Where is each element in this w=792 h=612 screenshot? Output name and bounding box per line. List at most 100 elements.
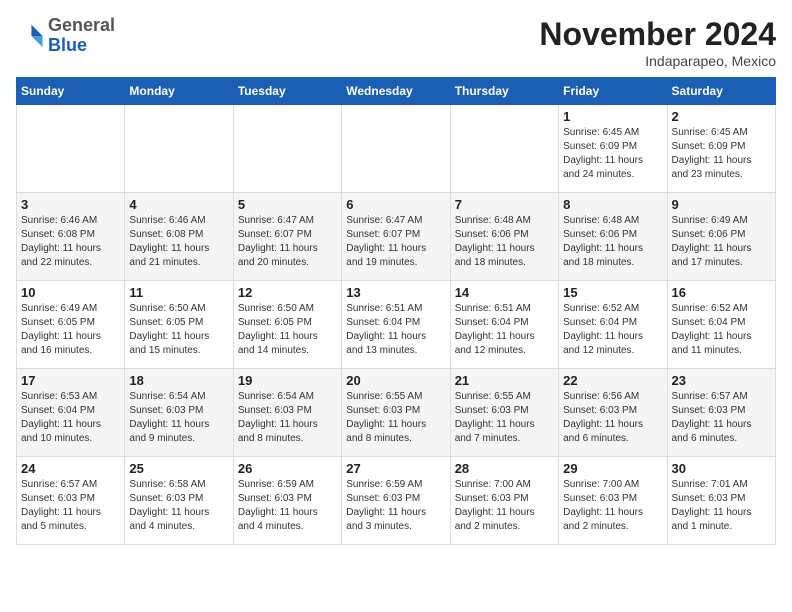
day-number: 26 [238,461,337,476]
calendar-cell: 5 Sunrise: 6:47 AM Sunset: 6:07 PM Daylig… [233,193,341,281]
location: Indaparapeo, Mexico [539,53,776,69]
day-info: Sunrise: 6:48 AM Sunset: 6:06 PM Dayligh… [563,214,662,270]
calendar-cell: 1Sunrise: 6:45 AM Sunset: 6:09 PM Daylig… [559,105,667,193]
day-info: Sunrise: 6:50 AM Sunset: 6:05 PM Dayligh… [238,302,337,358]
day-info: Sunrise: 6:57 AM Sunset: 6:03 PM Dayligh… [672,390,771,446]
calendar-cell: 8 Sunrise: 6:48 AM Sunset: 6:06 PM Daylig… [559,193,667,281]
day-info: Sunrise: 6:57 AM Sunset: 6:03 PM Dayligh… [21,478,120,534]
calendar-week-5: 24 Sunrise: 6:57 AM Sunset: 6:03 PM Dayli… [17,457,776,545]
day-number: 21 [455,373,554,388]
day-number: 4 [129,197,228,212]
calendar-cell: 13Sunrise: 6:51 AM Sunset: 6:04 PM Dayli… [342,281,450,369]
calendar-cell [342,105,450,193]
day-info: Sunrise: 6:47 AM Sunset: 6:07 PM Dayligh… [346,214,445,270]
day-info: Sunrise: 6:54 AM Sunset: 6:03 PM Dayligh… [129,390,228,446]
calendar-cell: 12Sunrise: 6:50 AM Sunset: 6:05 PM Dayli… [233,281,341,369]
calendar-body: 1Sunrise: 6:45 AM Sunset: 6:09 PM Daylig… [17,105,776,545]
day-info: Sunrise: 6:58 AM Sunset: 6:03 PM Dayligh… [129,478,228,534]
calendar-week-3: 10 Sunrise: 6:49 AM Sunset: 6:05 PM Dayli… [17,281,776,369]
day-info: Sunrise: 6:49 AM Sunset: 6:06 PM Dayligh… [672,214,771,270]
calendar-cell: 15Sunrise: 6:52 AM Sunset: 6:04 PM Dayli… [559,281,667,369]
day-number: 24 [21,461,120,476]
logo-general: General [48,15,115,35]
day-info: Sunrise: 6:55 AM Sunset: 6:03 PM Dayligh… [455,390,554,446]
calendar-week-2: 3 Sunrise: 6:46 AM Sunset: 6:08 PM Daylig… [17,193,776,281]
day-number: 8 [563,197,662,212]
day-number: 29 [563,461,662,476]
day-info: Sunrise: 6:52 AM Sunset: 6:04 PM Dayligh… [672,302,771,358]
day-info: Sunrise: 6:54 AM Sunset: 6:03 PM Dayligh… [238,390,337,446]
day-number: 13 [346,285,445,300]
logo: General Blue [16,16,115,56]
calendar-cell [450,105,558,193]
calendar-cell: 17 Sunrise: 6:53 AM Sunset: 6:04 PM Dayli… [17,369,125,457]
calendar-cell: 19 Sunrise: 6:54 AM Sunset: 6:03 PM Dayli… [233,369,341,457]
calendar-cell: 29Sunrise: 7:00 AM Sunset: 6:03 PM Dayli… [559,457,667,545]
day-number: 14 [455,285,554,300]
calendar-cell: 6 Sunrise: 6:47 AM Sunset: 6:07 PM Daylig… [342,193,450,281]
calendar-cell: 21 Sunrise: 6:55 AM Sunset: 6:03 PM Dayli… [450,369,558,457]
day-number: 28 [455,461,554,476]
calendar-cell: 9 Sunrise: 6:49 AM Sunset: 6:06 PM Daylig… [667,193,775,281]
calendar-cell: 4Sunrise: 6:46 AM Sunset: 6:08 PM Daylig… [125,193,233,281]
day-number: 5 [238,197,337,212]
day-number: 25 [129,461,228,476]
day-info: Sunrise: 6:48 AM Sunset: 6:06 PM Dayligh… [455,214,554,270]
weekday-header-row: SundayMondayTuesdayWednesdayThursdayFrid… [17,78,776,105]
day-number: 3 [21,197,120,212]
calendar-cell: 30Sunrise: 7:01 AM Sunset: 6:03 PM Dayli… [667,457,775,545]
day-info: Sunrise: 6:46 AM Sunset: 6:08 PM Dayligh… [21,214,120,270]
day-number: 22 [563,373,662,388]
calendar-cell: 16Sunrise: 6:52 AM Sunset: 6:04 PM Dayli… [667,281,775,369]
calendar-cell: 18 Sunrise: 6:54 AM Sunset: 6:03 PM Dayli… [125,369,233,457]
day-info: Sunrise: 7:01 AM Sunset: 6:03 PM Dayligh… [672,478,771,534]
day-number: 17 [21,373,120,388]
day-info: Sunrise: 6:56 AM Sunset: 6:03 PM Dayligh… [563,390,662,446]
calendar-cell: 23 Sunrise: 6:57 AM Sunset: 6:03 PM Dayli… [667,369,775,457]
logo-icon [16,22,44,50]
day-number: 10 [21,285,120,300]
calendar-cell [17,105,125,193]
day-number: 19 [238,373,337,388]
day-info: Sunrise: 6:59 AM Sunset: 6:03 PM Dayligh… [238,478,337,534]
day-number: 27 [346,461,445,476]
calendar-header: SundayMondayTuesdayWednesdayThursdayFrid… [17,78,776,105]
calendar-cell: 28 Sunrise: 7:00 AM Sunset: 6:03 PM Dayli… [450,457,558,545]
day-info: Sunrise: 6:45 AM Sunset: 6:09 PM Dayligh… [672,126,771,182]
day-info: Sunrise: 6:45 AM Sunset: 6:09 PM Dayligh… [563,126,662,182]
day-number: 20 [346,373,445,388]
month-title: November 2024 [539,16,776,53]
day-info: Sunrise: 6:52 AM Sunset: 6:04 PM Dayligh… [563,302,662,358]
day-info: Sunrise: 6:51 AM Sunset: 6:04 PM Dayligh… [455,302,554,358]
title-block: November 2024 Indaparapeo, Mexico [539,16,776,69]
calendar-cell: 20 Sunrise: 6:55 AM Sunset: 6:03 PM Dayli… [342,369,450,457]
day-number: 7 [455,197,554,212]
weekday-header-thursday: Thursday [450,78,558,105]
calendar-cell: 14 Sunrise: 6:51 AM Sunset: 6:04 PM Dayli… [450,281,558,369]
calendar-cell: 24 Sunrise: 6:57 AM Sunset: 6:03 PM Dayli… [17,457,125,545]
day-number: 18 [129,373,228,388]
calendar-cell: 22 Sunrise: 6:56 AM Sunset: 6:03 PM Dayli… [559,369,667,457]
day-info: Sunrise: 6:49 AM Sunset: 6:05 PM Dayligh… [21,302,120,358]
calendar-cell: 27 Sunrise: 6:59 AM Sunset: 6:03 PM Dayli… [342,457,450,545]
calendar-cell [125,105,233,193]
day-number: 9 [672,197,771,212]
day-info: Sunrise: 6:59 AM Sunset: 6:03 PM Dayligh… [346,478,445,534]
day-number: 6 [346,197,445,212]
day-info: Sunrise: 6:47 AM Sunset: 6:07 PM Dayligh… [238,214,337,270]
day-info: Sunrise: 7:00 AM Sunset: 6:03 PM Dayligh… [455,478,554,534]
weekday-header-saturday: Saturday [667,78,775,105]
calendar-cell: 26 Sunrise: 6:59 AM Sunset: 6:03 PM Dayli… [233,457,341,545]
day-info: Sunrise: 6:55 AM Sunset: 6:03 PM Dayligh… [346,390,445,446]
calendar-cell: 7 Sunrise: 6:48 AM Sunset: 6:06 PM Daylig… [450,193,558,281]
day-number: 2 [672,109,771,124]
day-number: 11 [129,285,228,300]
day-info: Sunrise: 6:50 AM Sunset: 6:05 PM Dayligh… [129,302,228,358]
weekday-header-sunday: Sunday [17,78,125,105]
calendar-cell: 10 Sunrise: 6:49 AM Sunset: 6:05 PM Dayli… [17,281,125,369]
day-info: Sunrise: 6:53 AM Sunset: 6:04 PM Dayligh… [21,390,120,446]
calendar-cell: 2 Sunrise: 6:45 AM Sunset: 6:09 PM Daylig… [667,105,775,193]
weekday-header-friday: Friday [559,78,667,105]
logo-text: General Blue [48,16,115,56]
day-number: 23 [672,373,771,388]
